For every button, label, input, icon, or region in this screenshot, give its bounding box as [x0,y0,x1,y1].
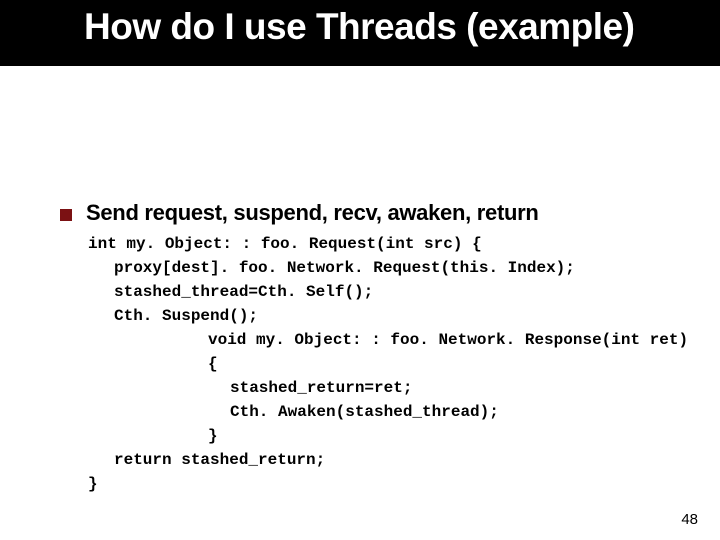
code-block: int my. Object: : foo. Request(int src) … [88,232,700,496]
bullet-item: Send request, suspend, recv, awaken, ret… [60,200,700,226]
title-bar: How do I use Threads (example) [0,0,720,66]
content-area: Send request, suspend, recv, awaken, ret… [60,200,700,496]
code-line: proxy[dest]. foo. Network. Request(this.… [114,256,700,280]
code-line: return stashed_return; [114,448,700,472]
code-line: Cth. Awaken(stashed_thread); [230,400,700,424]
slide-title: How do I use Threads (example) [84,6,634,48]
page-number: 48 [681,511,698,528]
code-line: } [208,424,700,448]
bullet-square-icon [60,209,72,221]
code-line: stashed_return=ret; [230,376,700,400]
bullet-text: Send request, suspend, recv, awaken, ret… [86,200,539,226]
code-line: Cth. Suspend(); [114,304,700,328]
code-line: void my. Object: : foo. Network. Respons… [208,328,700,376]
code-line: stashed_thread=Cth. Self(); [114,280,700,304]
slide: How do I use Threads (example) Send requ… [0,0,720,540]
code-line: } [88,472,700,496]
code-line: int my. Object: : foo. Request(int src) … [88,232,700,256]
